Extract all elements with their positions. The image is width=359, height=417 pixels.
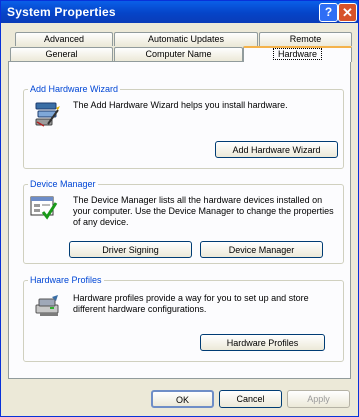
cancel-button[interactable]: Cancel bbox=[219, 390, 282, 408]
tab-remote[interactable]: Remote bbox=[259, 32, 352, 46]
tab-advanced[interactable]: Advanced bbox=[15, 32, 113, 46]
group-title: Add Hardware Wizard bbox=[28, 84, 121, 94]
add-hardware-group: Add Hardware Wizard The Add Hardware Wiz… bbox=[23, 84, 344, 169]
title-bar[interactable]: System Properties ? ✕ bbox=[1, 1, 358, 23]
help-icon[interactable]: ? bbox=[319, 3, 338, 22]
hardware-profiles-icon bbox=[34, 293, 64, 321]
device-manager-button[interactable]: Device Manager bbox=[200, 241, 323, 258]
device-manager-icon bbox=[30, 195, 58, 223]
tab-label: General bbox=[45, 49, 78, 59]
tab-label: Advanced bbox=[43, 34, 85, 44]
ok-button[interactable]: OK bbox=[151, 390, 214, 408]
apply-button[interactable]: Apply bbox=[287, 390, 350, 408]
tab-label: Remote bbox=[289, 34, 322, 44]
hardware-tab-panel: Add Hardware Wizard The Add Hardware Wiz… bbox=[8, 61, 351, 379]
tab-general[interactable]: General bbox=[10, 47, 113, 61]
hardware-profiles-button[interactable]: Hardware Profiles bbox=[200, 334, 325, 351]
tab-automatic-updates[interactable]: Automatic Updates bbox=[114, 32, 258, 46]
close-icon[interactable]: ✕ bbox=[338, 3, 357, 22]
system-properties-window: System Properties ? ✕ Advanced Automatic… bbox=[0, 0, 359, 417]
add-hardware-wizard-button[interactable]: Add Hardware Wizard bbox=[215, 141, 338, 158]
group-title: Device Manager bbox=[28, 179, 98, 189]
hardware-profiles-description: Hardware profiles provide a way for you … bbox=[73, 293, 309, 314]
group-title: Hardware Profiles bbox=[28, 275, 104, 285]
window-title: System Properties bbox=[7, 5, 116, 19]
device-manager-description: The Device Manager lists all the hardwar… bbox=[73, 195, 334, 227]
hardware-profiles-group: Hardware Profiles Hardware profiles prov… bbox=[23, 275, 344, 362]
wizard-icon bbox=[34, 100, 62, 130]
tab-label: Computer Name bbox=[145, 49, 212, 59]
device-manager-group: Device Manager The Device Manager lists … bbox=[23, 179, 344, 264]
tab-hardware[interactable]: Hardware bbox=[243, 46, 352, 62]
add-hardware-description: The Add Hardware Wizard helps you instal… bbox=[73, 100, 288, 110]
tab-label: Automatic Updates bbox=[147, 34, 225, 44]
driver-signing-button[interactable]: Driver Signing bbox=[69, 241, 192, 258]
tab-label: Hardware bbox=[272, 48, 322, 60]
tab-computer-name[interactable]: Computer Name bbox=[114, 47, 243, 61]
